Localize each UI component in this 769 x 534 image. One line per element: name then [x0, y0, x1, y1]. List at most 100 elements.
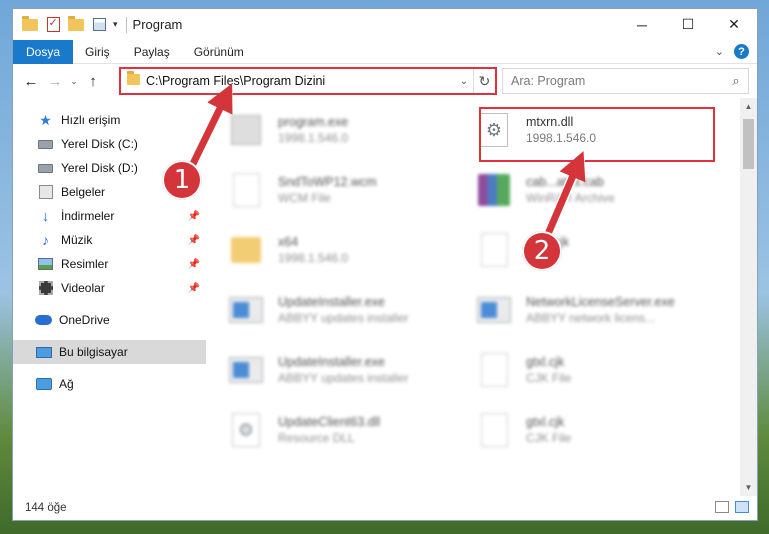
- sidebar-item-music[interactable]: ♪ Müzik 📌: [13, 228, 206, 252]
- tab-share[interactable]: Paylaş: [122, 45, 182, 59]
- file-item[interactable]: gtxl.cjk CJK File: [468, 402, 708, 458]
- folder-icon: [228, 230, 264, 270]
- file-item[interactable]: x64 1998.1.546.0: [220, 222, 460, 278]
- file-item[interactable]: UpdateInstaller.exe ABBYY updates install…: [220, 282, 460, 338]
- sidebar-item-label: Yerel Disk (D:): [61, 161, 138, 175]
- sidebar-item-local-disk-c[interactable]: Yerel Disk (C:): [13, 132, 206, 156]
- sidebar-item-videos[interactable]: Videolar 📌: [13, 276, 206, 300]
- sidebar-item-pictures[interactable]: Resimler 📌: [13, 252, 206, 276]
- sidebar-item-label: Müzik: [61, 233, 93, 247]
- tab-view[interactable]: Görünüm: [182, 45, 256, 59]
- file-name: UpdateInstaller.exe: [278, 355, 386, 369]
- sidebar-item-onedrive[interactable]: OneDrive: [13, 308, 206, 332]
- folder-icon: [21, 15, 39, 34]
- address-dropdown-icon[interactable]: ⌄: [455, 76, 473, 87]
- window-controls: ─ ☐ ✕: [619, 9, 757, 40]
- details-view-icon[interactable]: [715, 501, 729, 513]
- large-icons-view-icon[interactable]: [735, 501, 749, 513]
- maximize-button[interactable]: ☐: [665, 9, 711, 40]
- pin-icon[interactable]: 📌: [188, 235, 200, 246]
- properties-icon[interactable]: [90, 16, 108, 34]
- file-desc: CJK File: [526, 371, 572, 385]
- file-item[interactable]: UpdateInstaller.exe ABBYY updates install…: [220, 342, 460, 398]
- file-name: SndToWP12.wcm: [278, 175, 377, 189]
- search-input[interactable]: Ara: Program ⌕: [502, 68, 749, 94]
- refresh-icon[interactable]: ↻: [473, 69, 495, 93]
- installer-icon: [228, 290, 264, 330]
- file-name: UpdateInstaller.exe: [278, 295, 386, 309]
- sidebar-item-label: Bu bilgisayar: [59, 345, 128, 359]
- ribbon-right: ⌄ ?: [715, 44, 749, 59]
- pin-icon[interactable]: 📌: [188, 259, 200, 270]
- step-badge-1: 1: [162, 160, 202, 200]
- documents-icon: [37, 184, 54, 200]
- tab-file[interactable]: Dosya: [13, 39, 74, 64]
- folder-icon: [127, 71, 140, 88]
- music-icon: ♪: [42, 232, 49, 248]
- highlight-box-file: [479, 107, 715, 162]
- disk-icon: [37, 136, 54, 152]
- step-badge-2: 2: [522, 231, 562, 271]
- new-folder-icon[interactable]: [67, 15, 85, 34]
- tab-home[interactable]: Giriş: [73, 45, 122, 59]
- file-name: x64: [278, 235, 299, 249]
- file-name: UpdateClient63.dll: [278, 415, 381, 429]
- file-item[interactable]: NetworkLicenseServer.exe ABBYY network li…: [468, 282, 708, 338]
- navigation-pane: ★ Hızlı erişim Yerel Disk (C:) Yerel Dis…: [13, 98, 206, 496]
- file-desc: ABBYY updates installer: [278, 371, 409, 385]
- scroll-thumb[interactable]: [743, 119, 754, 169]
- close-button[interactable]: ✕: [711, 9, 757, 40]
- program-icon: [228, 110, 264, 150]
- sidebar-item-label: Resimler: [61, 257, 109, 271]
- pin-icon[interactable]: 📌: [188, 283, 200, 294]
- sidebar-item-label: Yerel Disk (C:): [61, 137, 138, 151]
- file-item[interactable]: gtxl.cjk CJK File: [468, 342, 708, 398]
- checklist-icon[interactable]: [44, 16, 62, 34]
- address-bar[interactable]: C:\Program Files\Program Dizini ⌄ ↻: [119, 67, 497, 95]
- file-item[interactable]: ⚙ UpdateClient63.dll Resource DLL: [220, 402, 460, 458]
- file-desc: CJK File: [526, 431, 572, 445]
- file-list: program.exe 1998.1.546.0 SndToWP12.wcm WCM…: [206, 98, 757, 496]
- computer-icon: [35, 344, 52, 360]
- document-icon: [476, 350, 512, 390]
- vertical-scrollbar[interactable]: ▲ ▼: [740, 98, 757, 496]
- scroll-down-icon[interactable]: ▼: [740, 479, 757, 496]
- search-placeholder[interactable]: Ara: Program: [511, 74, 724, 88]
- file-desc: ABBYY updates installer: [278, 311, 409, 325]
- network-icon: [35, 376, 52, 392]
- address-row: ← → ⌄ ↑ C:\Program Files\Program Dizini …: [13, 64, 757, 98]
- file-desc: 1998.1.546.0: [278, 251, 349, 265]
- back-arrow-icon[interactable]: ←: [19, 73, 43, 90]
- sidebar-item-downloads[interactable]: ↓ İndirmeler 📌: [13, 204, 206, 228]
- document-icon: [476, 230, 512, 270]
- sidebar-item-quick-access[interactable]: ★ Hızlı erişim: [13, 108, 206, 132]
- disk-icon: [37, 160, 54, 176]
- window-title: Program: [132, 17, 183, 32]
- file-desc: WCM File: [278, 191, 331, 205]
- star-icon: ★: [39, 111, 52, 128]
- quick-access-dropdown-icon[interactable]: ▾: [113, 19, 118, 30]
- file-item[interactable]: program.exe 1998.1.546.0: [220, 102, 460, 158]
- scroll-up-icon[interactable]: ▲: [740, 98, 757, 115]
- search-icon[interactable]: ⌕: [724, 73, 748, 89]
- sidebar-item-label: Hızlı erişim: [61, 113, 121, 127]
- help-button[interactable]: ?: [734, 44, 749, 59]
- sidebar-item-this-pc[interactable]: Bu bilgisayar: [13, 340, 206, 364]
- sidebar-item-network[interactable]: Ağ: [13, 372, 206, 396]
- file-item[interactable]: cab...ates.cab WinRAR Archive: [468, 162, 708, 218]
- minimize-button[interactable]: ─: [619, 9, 665, 40]
- expand-ribbon-chevron-icon[interactable]: ⌄: [715, 45, 724, 58]
- archive-icon: [476, 170, 512, 210]
- title-bar: ▾ Program ─ ☐ ✕: [13, 9, 757, 40]
- title-divider: [125, 16, 127, 33]
- sidebar-item-label: Ağ: [59, 377, 74, 391]
- forward-arrow-icon[interactable]: →: [43, 73, 67, 90]
- file-name: gtxl.cjk: [526, 355, 565, 369]
- address-path[interactable]: C:\Program Files\Program Dizini: [146, 74, 455, 88]
- file-item[interactable]: ...an.cjk...e: [468, 222, 708, 278]
- pin-icon[interactable]: 📌: [188, 211, 200, 222]
- up-arrow-icon[interactable]: ↑: [81, 73, 105, 90]
- recent-locations-dropdown-icon[interactable]: ⌄: [67, 76, 81, 87]
- file-item[interactable]: SndToWP12.wcm WCM File: [220, 162, 460, 218]
- videos-icon: [37, 280, 54, 296]
